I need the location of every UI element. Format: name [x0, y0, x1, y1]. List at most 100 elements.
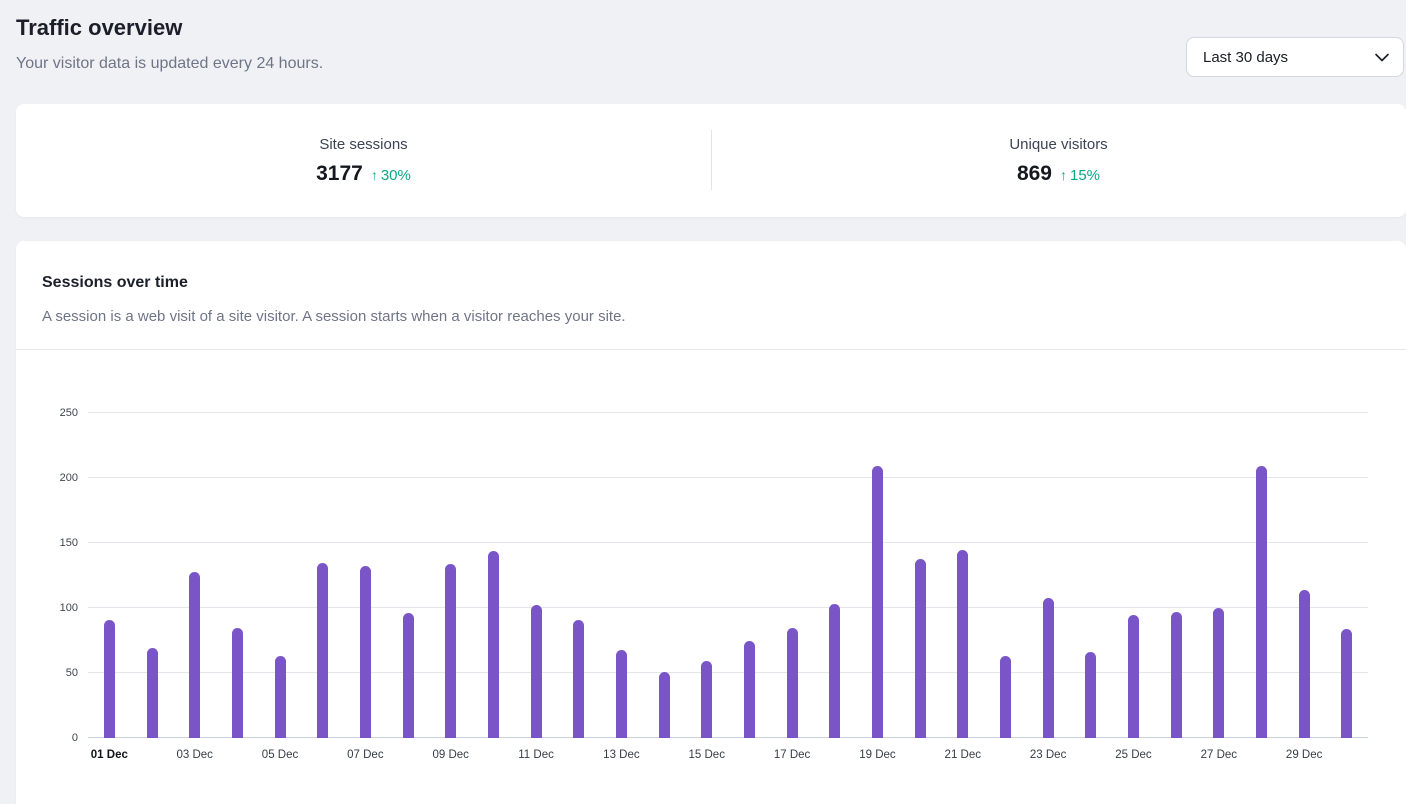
session-bar [1085, 652, 1096, 738]
bar-slot [1112, 413, 1155, 738]
stat-change-badge: ↑ 15% [1060, 167, 1100, 184]
session-bar [189, 572, 200, 738]
date-range-selector[interactable]: Last 30 days [1186, 37, 1404, 77]
x-axis-tick-label: 01 Dec [88, 749, 131, 761]
session-bar [573, 620, 584, 738]
chart-title: Sessions over time [42, 274, 188, 292]
bar-slot [301, 413, 344, 738]
x-axis-tick-label [643, 749, 686, 761]
sessions-bar-chart: 050100150200250 01 Dec 03 Dec 05 Dec 07 Dec… [88, 413, 1368, 761]
x-axis-tick-label: 11 Dec [515, 749, 558, 761]
x-axis-tick-label [984, 749, 1027, 761]
x-axis-tick-label [1240, 749, 1283, 761]
bar-slot [472, 413, 515, 738]
bar-slot [685, 413, 728, 738]
session-bar [1171, 612, 1182, 738]
arrow-up-icon: ↑ [1060, 167, 1067, 183]
stats-summary-card: Site sessions 3177 ↑ 30% Unique visitors… [16, 104, 1406, 217]
bars-row [88, 413, 1368, 738]
x-axis: 01 Dec03 Dec05 Dec07 Dec09 Dec11 Dec13 D… [88, 749, 1368, 761]
bar-slot [984, 413, 1027, 738]
x-axis-tick-label [131, 749, 174, 761]
bar-slot [344, 413, 387, 738]
session-bar [1000, 656, 1011, 738]
x-axis-tick-label [387, 749, 430, 761]
x-axis-tick-label: 13 Dec [600, 749, 643, 761]
session-bar [360, 566, 371, 738]
y-axis-tick-label: 50 [66, 667, 78, 679]
session-bar [872, 466, 883, 738]
bar-slot [1197, 413, 1240, 738]
stat-change-percent: 30% [381, 167, 411, 184]
x-axis-tick-label [301, 749, 344, 761]
session-bar [403, 613, 414, 738]
sessions-over-time-card: Sessions over time A session is a web vi… [16, 241, 1406, 804]
bar-slot [515, 413, 558, 738]
arrow-up-icon: ↑ [371, 167, 378, 183]
bar-slot [1155, 413, 1198, 738]
chart-description: A session is a web visit of a site visit… [42, 308, 626, 325]
bar-slot [1283, 413, 1326, 738]
plot-area: 050100150200250 [88, 413, 1368, 738]
bar-slot [429, 413, 472, 738]
session-bar [531, 605, 542, 738]
session-bar [701, 661, 712, 738]
session-bar [147, 648, 158, 738]
x-axis-tick-label [216, 749, 259, 761]
x-axis-tick-label: 17 Dec [771, 749, 814, 761]
x-axis-tick-label [1155, 749, 1198, 761]
session-bar [1341, 629, 1352, 738]
session-bar [445, 564, 456, 738]
bar-slot [856, 413, 899, 738]
stat-change-percent: 15% [1070, 167, 1100, 184]
stat-change-badge: ↑ 30% [371, 167, 411, 184]
bar-slot [387, 413, 430, 738]
y-axis-tick-label: 100 [60, 602, 78, 614]
x-axis-tick-label: 27 Dec [1197, 749, 1240, 761]
traffic-overview-page: Traffic overview Your visitor data is up… [0, 0, 1406, 804]
session-bar [616, 650, 627, 738]
bar-slot [643, 413, 686, 738]
session-bar [659, 672, 670, 738]
x-axis-tick-label [899, 749, 942, 761]
session-bar [1128, 615, 1139, 739]
x-axis-tick-label: 21 Dec [941, 749, 984, 761]
x-axis-tick-label: 23 Dec [1027, 749, 1070, 761]
bar-slot [899, 413, 942, 738]
bar-slot [1325, 413, 1368, 738]
bar-slot [728, 413, 771, 738]
stat-site-sessions: Site sessions 3177 ↑ 30% [16, 104, 711, 217]
stat-label: Unique visitors [1009, 136, 1107, 153]
bar-slot [259, 413, 302, 738]
bar-slot [131, 413, 174, 738]
bar-slot [557, 413, 600, 738]
session-bar [232, 628, 243, 739]
session-bar [317, 563, 328, 739]
session-bar [104, 620, 115, 738]
bar-slot [173, 413, 216, 738]
x-axis-tick-label [1325, 749, 1368, 761]
bar-slot [88, 413, 131, 738]
date-range-value: Last 30 days [1203, 49, 1288, 66]
session-bar [829, 604, 840, 738]
page-title: Traffic overview [16, 15, 182, 41]
x-axis-tick-label: 29 Dec [1283, 749, 1326, 761]
session-bar [1043, 598, 1054, 738]
x-axis-tick-label: 05 Dec [259, 749, 302, 761]
x-axis-tick-label [813, 749, 856, 761]
bar-slot [216, 413, 259, 738]
session-bar [787, 628, 798, 739]
bar-slot [941, 413, 984, 738]
x-axis-tick-label: 07 Dec [344, 749, 387, 761]
session-bar [1256, 466, 1267, 738]
bar-slot [771, 413, 814, 738]
x-axis-tick-label [728, 749, 771, 761]
session-bar [1299, 590, 1310, 738]
session-bar [957, 550, 968, 739]
session-bar [915, 559, 926, 738]
x-axis-tick-label: 03 Dec [173, 749, 216, 761]
session-bar [744, 641, 755, 739]
session-bar [1213, 608, 1224, 738]
x-axis-tick-label: 15 Dec [685, 749, 728, 761]
x-axis-tick-label [557, 749, 600, 761]
